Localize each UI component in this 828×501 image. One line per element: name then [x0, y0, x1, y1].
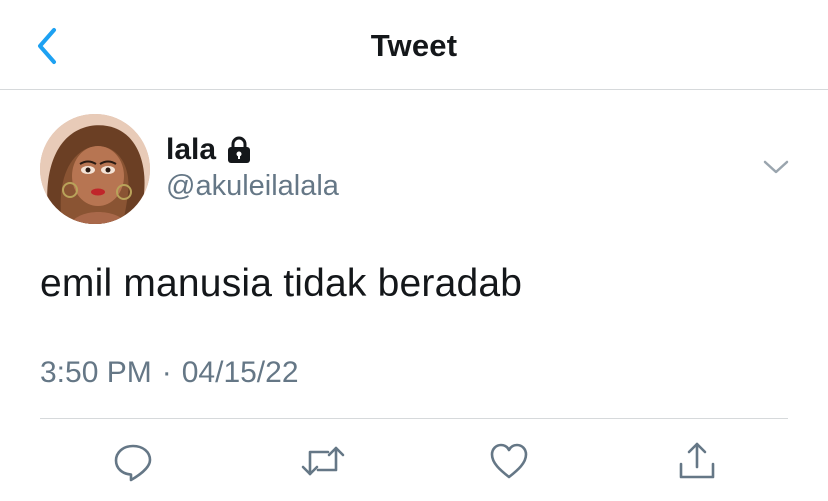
tweet-detail-screen: Tweet lala @akuleilalala emil manusia ti… — [0, 0, 828, 501]
timestamp-separator: · — [161, 356, 172, 389]
share-button[interactable] — [676, 440, 718, 482]
display-name[interactable]: lala — [166, 133, 216, 167]
avatar[interactable] — [40, 114, 150, 224]
user-handle[interactable]: @akuleilalala — [166, 170, 339, 203]
retweet-button[interactable] — [300, 440, 346, 482]
nav-header: Tweet — [0, 0, 828, 90]
like-button[interactable] — [488, 440, 530, 482]
like-icon — [490, 443, 528, 479]
share-icon — [679, 442, 715, 479]
tweet-time: 3:50 PM — [40, 356, 152, 389]
more-options-button[interactable] — [760, 156, 792, 180]
retweet-icon — [301, 446, 345, 476]
tweet-date: 04/15/22 — [181, 356, 299, 389]
chevron-down-icon — [763, 160, 789, 174]
lock-icon — [226, 135, 252, 165]
reply-icon — [114, 444, 152, 482]
page-title: Tweet — [370, 28, 458, 63]
divider — [40, 418, 788, 419]
tweet-timestamp: 3:50 PM · 04/15/22 — [40, 356, 299, 390]
reply-button[interactable] — [112, 440, 154, 482]
author-name-row: lala — [166, 130, 252, 170]
tweet-text: emil manusia tidak beradab — [40, 262, 523, 305]
